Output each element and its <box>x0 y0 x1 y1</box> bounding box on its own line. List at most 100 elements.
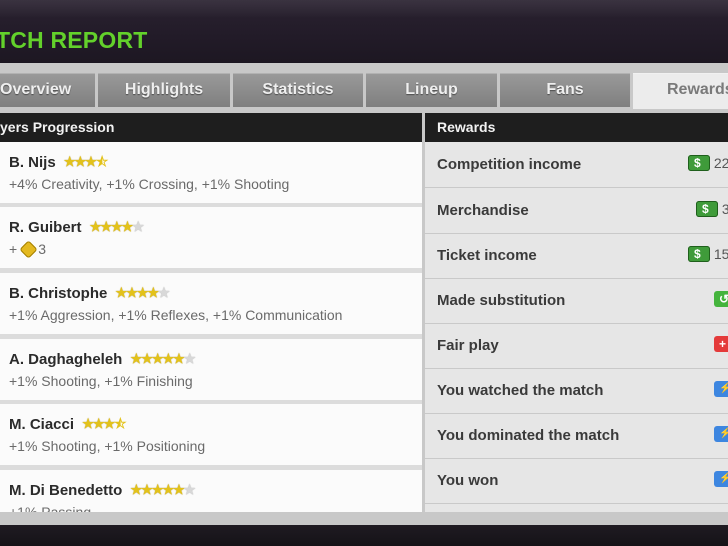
page-title: TCH REPORT <box>0 27 148 53</box>
player-name-wrap: A. Daghagheleh ★★★★★★ <box>9 350 196 368</box>
reward-row: Ticket income 15 <box>425 233 728 279</box>
star-rating: ★★★★★ <box>89 218 144 235</box>
player-card[interactable]: M. Ciacci ★★★⯪ +1% Shooting, +1% Positio… <box>0 404 422 465</box>
player-name: A. Daghagheleh <box>9 351 123 368</box>
player-name-wrap: M. Di Benedetto ★★★★★★ <box>9 481 196 499</box>
reward-value <box>714 336 728 352</box>
players-progression-header: yers Progression <box>0 113 422 142</box>
star-rating: ★★★⯪ <box>63 153 108 175</box>
star-icon: ★ <box>111 219 123 234</box>
player-progress-text: +1% Aggression, +1% Reflexes, +1% Commun… <box>9 307 343 323</box>
reward-label: Fair play <box>437 337 499 354</box>
empty-star-icon: ★ <box>183 351 196 366</box>
player-name: B. Nijs <box>9 154 56 171</box>
player-name-wrap: B. Christophe ★★★★★ <box>9 284 170 302</box>
tab-overview[interactable]: Overview <box>0 73 95 107</box>
star-icon: ★ <box>103 416 116 431</box>
reward-value: 15 <box>688 246 728 262</box>
player-card[interactable]: B. Nijs ★★★⯪ +4% Creativity, +1% Crossin… <box>0 142 422 203</box>
player-progress-text: +1% Passing <box>9 504 92 512</box>
money-icon <box>696 201 718 217</box>
player-card[interactable]: M. Di Benedetto ★★★★★★ +1% Passing <box>0 470 422 512</box>
player-name: R. Guibert <box>9 219 82 236</box>
player-name: M. Ciacci <box>9 416 75 433</box>
reward-label: You watched the match <box>437 382 604 399</box>
money-icon <box>688 155 710 171</box>
star-icon: ★ <box>92 416 105 431</box>
star-icon: ★ <box>100 219 112 234</box>
rewards-section: Rewards Competition income 22 Merchandis… <box>425 113 728 512</box>
star-icon: ★ <box>130 482 143 497</box>
player-name-wrap: R. Guibert ★★★★★ <box>9 218 144 236</box>
star-icon: ★ <box>85 154 97 169</box>
half-star-icon: ⯪ <box>95 154 108 169</box>
player-progress-text: +1% Shooting, +1% Finishing <box>9 373 193 389</box>
tab-statistics[interactable]: Statistics <box>233 73 363 107</box>
reward-row: Merchandise 3 <box>425 188 728 234</box>
energy-icon <box>714 381 728 397</box>
star-rating: ★★★⯪ <box>82 415 126 437</box>
reward-row: Made substitution <box>425 278 728 324</box>
coin-icon <box>19 240 38 259</box>
player-card[interactable]: A. Daghagheleh ★★★★★★ +1% Shooting, +1% … <box>0 339 422 400</box>
reward-row: You won <box>425 458 728 504</box>
star-icon: ★ <box>141 351 153 366</box>
coin-amount: 3 <box>38 241 46 257</box>
rewards-header: Rewards <box>425 113 728 142</box>
reward-value: 3 <box>696 201 728 217</box>
star-icon: ★ <box>151 482 164 497</box>
bottom-backdrop <box>0 525 728 546</box>
reward-label: Competition income <box>437 156 582 173</box>
star-icon: ★ <box>162 351 175 366</box>
player-card[interactable]: R. Guibert ★★★★★ +3 <box>0 207 422 268</box>
player-progress-text: +4% Creativity, +1% Crossing, +1% Shooti… <box>9 176 290 192</box>
star-icon: ★ <box>89 219 102 234</box>
player-progress-text: +1% Shooting, +1% Positioning <box>9 438 206 454</box>
player-name: B. Christophe <box>9 285 108 302</box>
reward-label: Merchandise <box>437 202 529 219</box>
star-icon: ★ <box>151 351 164 366</box>
star-icon: ★ <box>130 351 143 366</box>
reward-row: Competition income 22 <box>425 142 728 188</box>
star-rating: ★★★★★ <box>115 284 170 301</box>
star-icon: ★ <box>121 219 134 234</box>
reward-row: Fair play <box>425 323 728 369</box>
reward-value <box>714 381 728 397</box>
reward-amount: 15 <box>713 246 728 262</box>
star-icon: ★ <box>115 285 128 300</box>
reward-label: Ticket income <box>437 247 537 264</box>
reward-value: 22 <box>688 155 728 171</box>
star-icon: ★ <box>74 154 87 169</box>
reward-label: Made substitution <box>437 292 566 309</box>
reward-row: You watched the match <box>425 368 728 414</box>
player-card[interactable]: B. Christophe ★★★★★ +1% Aggression, +1% … <box>0 273 422 334</box>
reward-value <box>714 291 728 307</box>
star-icon: ★ <box>162 482 174 497</box>
reward-row: You dominated the match <box>425 413 728 459</box>
reward-label: You dominated the match <box>437 427 620 444</box>
empty-star-icon: ★ <box>132 219 144 234</box>
reward-value <box>714 426 728 442</box>
reward-amount: 22 <box>713 155 728 171</box>
tab-rewards[interactable]: Rewards <box>633 73 728 109</box>
star-rating: ★★★★★★ <box>130 350 196 367</box>
star-icon: ★ <box>147 285 159 300</box>
empty-star-icon: ★ <box>183 482 196 497</box>
reward-amount: 3 <box>721 201 728 217</box>
energy-icon <box>714 426 728 442</box>
tab-bar: Overview Highlights Statistics Lineup Fa… <box>0 73 728 109</box>
star-icon: ★ <box>173 351 185 366</box>
player-progress-text: +3 <box>9 240 46 259</box>
star-icon: ★ <box>136 285 149 300</box>
substitution-icon <box>714 291 728 307</box>
energy-icon <box>714 471 728 487</box>
tab-lineup[interactable]: Lineup <box>366 73 497 107</box>
tab-highlights[interactable]: Highlights <box>98 73 230 107</box>
fair-play-icon <box>714 336 728 352</box>
star-icon: ★ <box>63 154 76 169</box>
half-star-icon: ⯪ <box>114 416 126 431</box>
star-rating: ★★★★★★ <box>130 481 196 498</box>
reward-value <box>714 471 728 487</box>
tab-fans[interactable]: Fans <box>500 73 630 107</box>
player-name-wrap: B. Nijs ★★★⯪ <box>9 153 108 175</box>
